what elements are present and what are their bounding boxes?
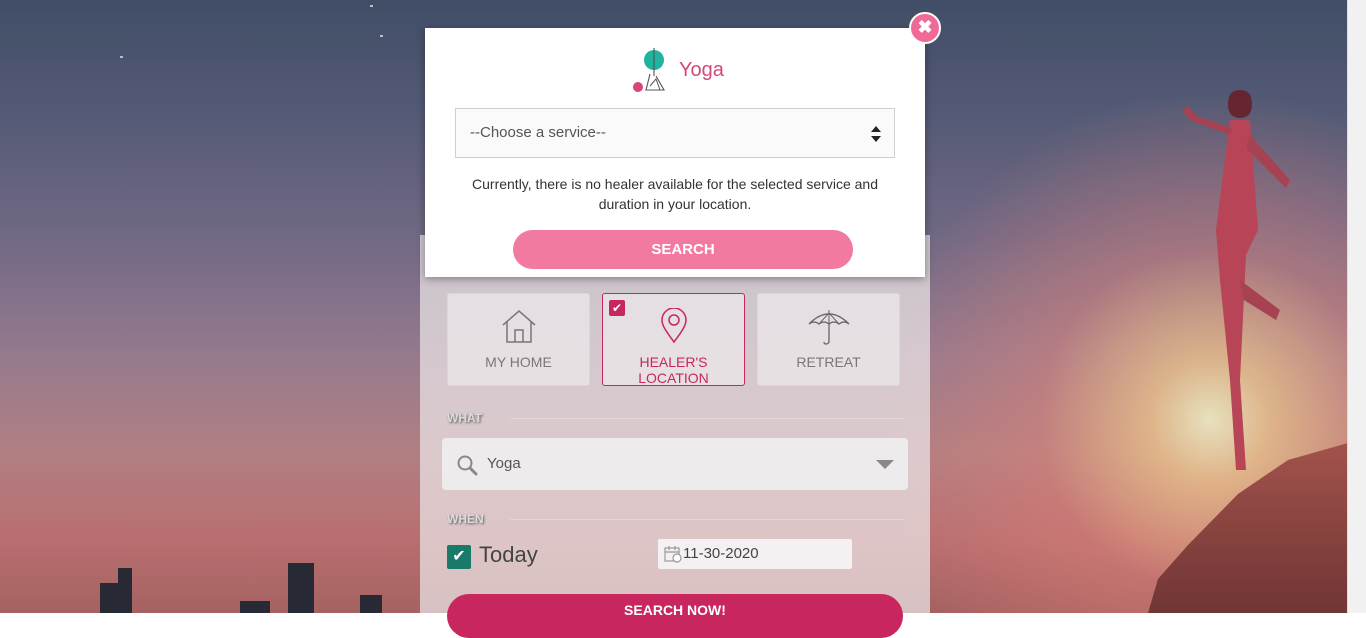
sort-arrows-icon (871, 126, 881, 142)
divider (510, 418, 905, 419)
location-option-retreat[interactable]: RETREAT (757, 293, 900, 386)
chevron-down-icon (876, 460, 894, 469)
divider (510, 519, 905, 520)
search-panel: MY HOME ✔ HEALER'S LOCATION RETREAT WHAT… (420, 235, 930, 638)
location-option-my-home[interactable]: MY HOME (447, 293, 590, 386)
today-label: Today (479, 542, 538, 567)
service-select[interactable]: --Choose a service-- (455, 108, 895, 158)
today-checkbox[interactable]: ✔ (447, 545, 471, 569)
umbrella-icon (808, 310, 849, 345)
modal-search-button[interactable]: SEARCH (513, 230, 853, 269)
location-label: RETREAT (796, 354, 861, 370)
location-label: HEALER'S LOCATION (638, 354, 709, 386)
search-icon (457, 455, 478, 476)
search-now-button[interactable]: SEARCH NOW! (447, 594, 903, 638)
date-input[interactable]: 11-30-2020 (658, 539, 852, 569)
map-pin-icon (660, 308, 687, 344)
yoga-logo-icon (633, 48, 665, 92)
modal-title: Yoga (679, 59, 724, 81)
checkmark-icon: ✔ (609, 300, 625, 316)
page-scrollbar[interactable] (1347, 0, 1366, 613)
location-label: MY HOME (485, 354, 552, 370)
close-icon[interactable]: ✖ (909, 12, 941, 44)
home-icon (502, 310, 535, 343)
location-option-healers-location[interactable]: ✔ HEALER'S LOCATION (602, 293, 745, 386)
service-modal: Yoga --Choose a service-- Currently, the… (425, 28, 925, 277)
calendar-icon (664, 546, 682, 563)
no-healer-message: Currently, there is no healer available … (472, 176, 878, 212)
what-section-label: WHAT (447, 411, 483, 425)
what-select[interactable]: Yoga (442, 438, 908, 490)
when-section-label: WHEN (447, 512, 484, 526)
date-value: 11-30-2020 (683, 545, 759, 562)
what-value: Yoga (487, 455, 521, 472)
service-select-value: --Choose a service-- (470, 124, 606, 141)
